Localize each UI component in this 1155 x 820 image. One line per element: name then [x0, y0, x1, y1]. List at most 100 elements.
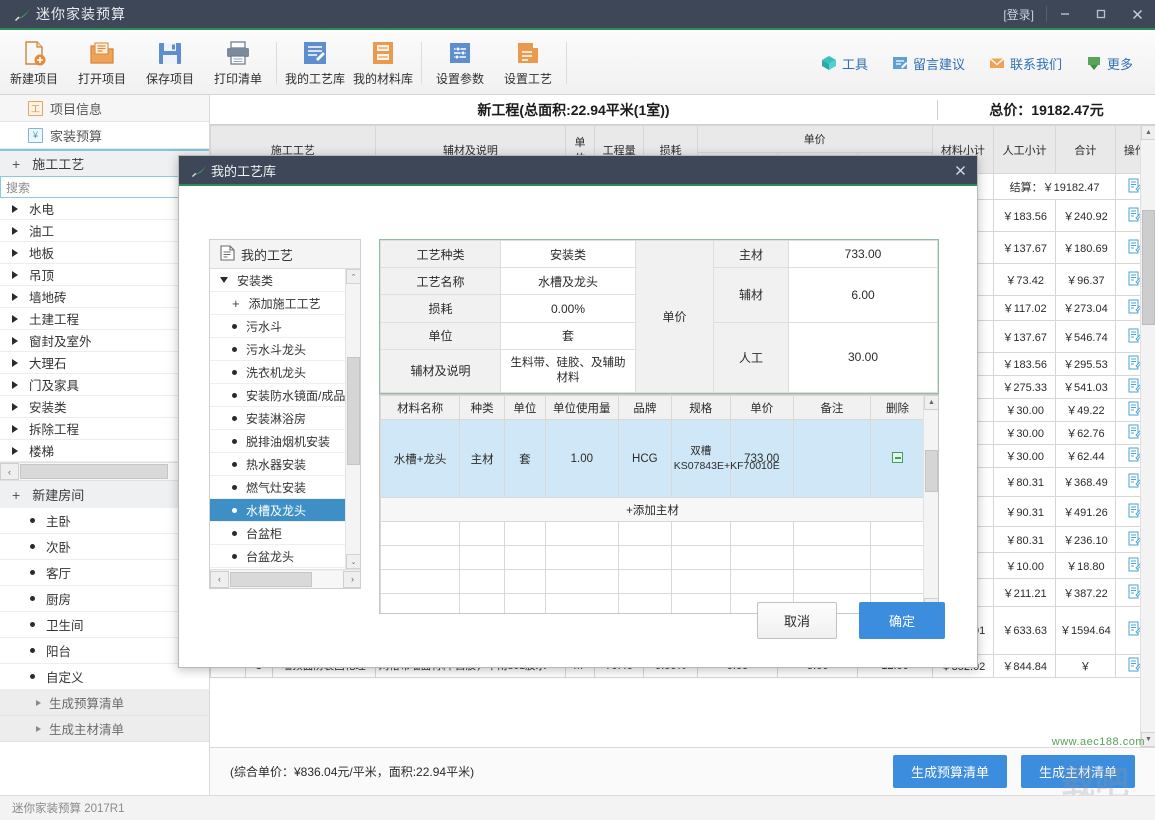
confirm-button[interactable]: 确定 — [858, 602, 945, 639]
ribbon-right-label: 留言建议 — [912, 56, 965, 72]
material-row-empty[interactable] — [380, 521, 925, 546]
maximize-button[interactable] — [1083, 0, 1119, 29]
tree-item-craft[interactable]: 污水斗 — [210, 315, 360, 338]
scroll-track[interactable] — [19, 463, 190, 480]
search-placeholder: 搜索 — [6, 180, 31, 195]
ribbon-right-links: 工具 留言建议 联系我们 更多 — [809, 48, 1155, 79]
prop-label-kind: 工艺种类 — [380, 239, 501, 269]
ribbon-item-label: 我的材料库 — [352, 72, 413, 86]
prop-value-aux-desc[interactable]: 生料带、硅胶、及辅助材料 — [500, 348, 636, 394]
prop-value-unit[interactable]: 套 — [500, 321, 636, 350]
print-list-button[interactable]: 打印清单 — [204, 34, 272, 92]
cell-labor-subtotal: ￥96.37 — [1055, 263, 1116, 296]
cell-material-subtotal: ￥80.31 — [993, 526, 1057, 553]
room-label: 客厅 — [46, 567, 72, 581]
ribbon-item-label: 保存项目 — [145, 72, 194, 86]
tree-add-craft-button[interactable]: + 添加施工工艺 — [210, 292, 360, 315]
close-button[interactable] — [1119, 0, 1155, 29]
grid-vertical-scrollbar[interactable]: ▲ ▼ — [1140, 125, 1155, 747]
price-value-labor[interactable]: 30.00 — [788, 321, 938, 394]
prop-value-name[interactable]: 水槽及龙头 — [500, 267, 636, 296]
bullet-icon — [232, 553, 237, 559]
mcol-unit: 单位 — [504, 395, 546, 420]
tree-item-craft[interactable]: 台盆柜 — [210, 522, 360, 545]
feedback-button[interactable]: 留言建议 — [880, 48, 977, 79]
tree-item-craft[interactable]: 热水器安装 — [210, 453, 360, 476]
tree-header: 我的工艺 — [210, 240, 360, 269]
scroll-up-icon[interactable]: ▲ — [924, 395, 938, 410]
tools-button[interactable]: 工具 — [809, 48, 880, 79]
cell-labor-subtotal: ￥236.10 — [1055, 526, 1116, 553]
login-link[interactable]: [登录] — [991, 6, 1046, 23]
scroll-left-icon[interactable]: ‹ — [0, 463, 19, 480]
scroll-thumb[interactable] — [230, 571, 312, 587]
tree-vertical-scrollbar[interactable]: ⌃ ⌄ — [345, 269, 360, 569]
scroll-track[interactable] — [229, 570, 343, 588]
new-project-button[interactable]: 新建项目 — [0, 34, 68, 92]
dialog-close-button[interactable] — [943, 155, 977, 185]
ribbon-item-label: 我的工艺库 — [284, 72, 345, 86]
more-button[interactable]: 更多 — [1074, 48, 1145, 79]
tree-item-craft[interactable]: 污水斗龙头 — [210, 338, 360, 361]
mcol-kind: 种类 — [459, 395, 506, 420]
tree-item-craft[interactable]: 安装淋浴房 — [210, 407, 360, 430]
scroll-thumb[interactable] — [347, 357, 360, 465]
my-material-library-button[interactable]: 我的材料库 — [349, 34, 417, 92]
material-row-empty[interactable] — [380, 545, 925, 570]
scroll-thumb[interactable] — [925, 450, 938, 492]
tree-root-install-category[interactable]: 安装类 — [210, 269, 360, 292]
cell-material-subtotal: ￥275.33 — [993, 375, 1057, 399]
tree-item-craft[interactable]: 洗衣机龙头 — [210, 361, 360, 384]
scroll-thumb[interactable] — [1142, 210, 1155, 325]
mcol-name: 材料名称 — [380, 395, 461, 420]
scroll-down-icon[interactable]: ⌄ — [346, 554, 360, 569]
generate-material-list-button[interactable]: 生成主材清单 — [0, 716, 209, 742]
remove-row-icon — [892, 451, 904, 463]
scroll-right-icon[interactable]: › — [343, 570, 360, 588]
price-label-labor: 人工 — [713, 321, 789, 394]
tree-item-craft-selected[interactable]: 水槽及龙头 — [210, 499, 360, 522]
add-material-row[interactable]: +添加主材 — [380, 497, 925, 522]
scroll-up-icon[interactable]: ▲ — [1141, 125, 1155, 140]
material-row-empty[interactable] — [380, 569, 925, 594]
tree-item-craft[interactable]: 脱排油烟机安装 — [210, 430, 360, 453]
mcol-spec: 规格 — [670, 395, 731, 420]
scroll-left-icon[interactable]: ‹ — [210, 570, 229, 588]
price-value-main[interactable]: 733.00 — [788, 239, 938, 269]
sidebar-tab-project-info[interactable]: 工 项目信息 — [0, 95, 209, 122]
material-row-selected[interactable]: 水槽+龙头 主材 套 1.00 HCG 双槽 KS07843E+KF70010E… — [380, 419, 925, 498]
prop-value-kind[interactable]: 安装类 — [500, 239, 636, 269]
bullet-icon — [30, 570, 35, 575]
material-delete-button[interactable] — [870, 419, 925, 498]
cell-labor-subtotal: ￥180.69 — [1055, 231, 1116, 264]
materials-vertical-scrollbar[interactable]: ▲ ▼ — [923, 395, 938, 613]
scroll-up-icon[interactable]: ⌃ — [346, 269, 360, 284]
minimize-button[interactable] — [1047, 0, 1083, 29]
settings-params-button[interactable]: 设置参数 — [426, 34, 494, 92]
prop-value-loss[interactable]: 0.00% — [500, 294, 636, 323]
settings-craft-button[interactable]: 设置工艺 — [494, 34, 562, 92]
contact-us-button[interactable]: 联系我们 — [977, 48, 1074, 79]
tree-item-craft[interactable]: 台盆龙头 — [210, 545, 360, 568]
generate-budget-list-button[interactable]: 生成预算清单 — [0, 690, 209, 716]
generate-budget-list-button[interactable]: 生成预算清单 — [892, 755, 1007, 788]
list-doc-icon — [220, 244, 235, 264]
chevron-right-icon — [12, 314, 18, 323]
mcell-usage: 1.00 — [544, 419, 619, 498]
sidebar-tab-budget[interactable]: ¥ 家装预算 — [0, 122, 209, 149]
window-controls: [登录] — [991, 0, 1155, 29]
scroll-thumb[interactable] — [20, 464, 168, 479]
tree-item-craft[interactable]: 安装防水镜面/成品镜 — [210, 384, 360, 407]
tree-item-craft[interactable]: 燃气灶安装 — [210, 476, 360, 499]
tree-horizontal-scrollbar[interactable]: ‹ › — [210, 569, 360, 588]
my-craft-library-button[interactable]: 我的工艺库 — [281, 34, 349, 92]
plus-icon: + — [12, 486, 21, 503]
dialog-title: 我的工艺库 — [211, 163, 277, 179]
open-project-button[interactable]: 打开项目 — [68, 34, 136, 92]
dialog-titlebar: 我的工艺库 — [179, 156, 977, 186]
save-project-button[interactable]: 保存项目 — [136, 34, 204, 92]
cell-material-subtotal: ￥137.67 — [993, 320, 1057, 353]
cell-labor-subtotal: ￥387.22 — [1055, 578, 1116, 607]
cancel-button[interactable]: 取消 — [756, 602, 837, 639]
price-value-aux[interactable]: 6.00 — [788, 267, 938, 323]
